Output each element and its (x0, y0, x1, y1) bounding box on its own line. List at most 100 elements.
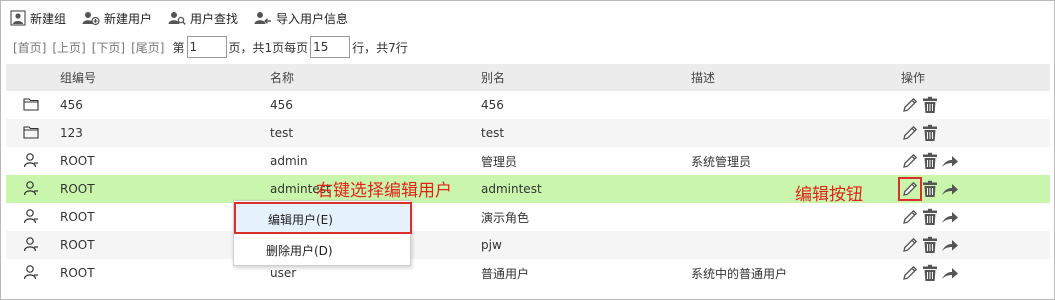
total-rows-text: 行，共7行 (352, 40, 408, 55)
folder-icon (23, 97, 39, 111)
table-row[interactable]: ROOT 演示角色 (6, 203, 1050, 231)
group-id-header[interactable]: 组编号 (56, 64, 266, 91)
alias-header[interactable]: 别名 (477, 64, 687, 91)
alias-cell: pjw (477, 231, 687, 259)
alias-cell: 管理员 (481, 154, 518, 169)
prev-page-link[interactable]: [上页] (52, 39, 85, 56)
group-id-cell: 456 (60, 98, 83, 112)
name-header[interactable]: 名称 (266, 64, 477, 91)
edit-icon[interactable] (901, 96, 919, 114)
alias-cell: 普通用户 (481, 266, 530, 281)
group-id-cell: ROOT (60, 154, 95, 168)
next-page-link[interactable]: [下页] (92, 39, 125, 56)
row-type-cell (6, 91, 56, 119)
edit-icon[interactable] (901, 236, 919, 254)
search-user-label: 用户查找 (190, 11, 239, 26)
move-icon[interactable] (941, 153, 959, 169)
user-table: 组编号 名称 别名 描述 操作 456 456 456 123 test tes… (6, 64, 1050, 287)
edit-button-annotation: 编辑按钮 (795, 185, 863, 205)
delete-icon[interactable] (922, 96, 938, 114)
table-row[interactable]: 456 456 456 (6, 91, 1050, 119)
edit-icon[interactable] (901, 264, 919, 282)
table-row[interactable]: ROOT admin 管理员 系统管理员 (6, 147, 1050, 175)
per-page-input[interactable] (310, 36, 351, 58)
delete-icon[interactable] (922, 208, 938, 226)
description-cell (687, 119, 897, 147)
first-page-link[interactable]: [首页] (13, 39, 46, 56)
description-cell (687, 231, 897, 259)
new-user-button[interactable]: 新建用户 (82, 10, 152, 27)
table-row[interactable]: 123 test test (6, 119, 1050, 147)
folder-icon (23, 125, 39, 139)
last-page-link[interactable]: [尾页] (131, 39, 164, 56)
delete-icon[interactable] (922, 152, 938, 170)
actions-cell (897, 175, 1050, 203)
edit-icon[interactable] (901, 152, 919, 170)
delete-icon[interactable] (922, 264, 938, 282)
group-id-cell: 123 (56, 119, 266, 147)
actions-cell (897, 203, 1050, 231)
user-icon (23, 208, 38, 223)
user-icon (23, 152, 38, 167)
description-cell (687, 91, 897, 119)
toolbar: 新建组 新建用户 用户查找 导入用户信息 (10, 8, 364, 28)
row-type-cell (6, 147, 56, 175)
name-cell: test (266, 119, 477, 147)
delete-icon[interactable] (922, 236, 938, 254)
alias-cell: 456 (481, 98, 504, 112)
search-user-button[interactable]: 用户查找 (168, 10, 238, 27)
import-user-icon (254, 12, 272, 24)
table-header-row: 组编号 名称 别名 描述 操作 (6, 64, 1050, 91)
actions-cell (897, 231, 1050, 259)
row-type-cell (6, 119, 56, 147)
description-header[interactable]: 描述 (687, 64, 897, 91)
table-row[interactable]: ROOT pjw (6, 231, 1050, 259)
table-row[interactable]: ROOT user 普通用户 系统中的普通用户 (6, 259, 1050, 287)
table-row-selected[interactable]: ROOT admintest admintest (6, 175, 1050, 203)
actions-cell (897, 259, 1050, 287)
user-icon (23, 180, 38, 195)
alias-cell: admintest (477, 175, 687, 203)
row-type-cell (6, 231, 56, 259)
edit-icon[interactable] (898, 177, 922, 201)
context-menu-edit-user[interactable]: 编辑用户(E) (234, 202, 412, 234)
delete-icon[interactable] (922, 124, 938, 142)
new-group-button[interactable]: 新建组 (10, 10, 66, 27)
import-user-label: 导入用户信息 (276, 11, 349, 26)
move-icon[interactable] (941, 237, 959, 253)
context-menu-delete-user[interactable]: 删除用户(D) (234, 235, 412, 267)
icon-column-header (6, 64, 56, 91)
edit-icon[interactable] (901, 208, 919, 226)
edit-icon[interactable] (901, 124, 919, 142)
description-cell: 系统中的普通用户 (691, 266, 788, 281)
name-cell: admin (270, 154, 308, 168)
move-icon[interactable] (941, 181, 959, 197)
alias-cell: test (477, 119, 687, 147)
user-icon (23, 236, 38, 251)
pagination-bar: [首页] [上页] [下页] [尾页] 第 页，共1页每页 行，共7行 (13, 36, 410, 58)
import-user-button[interactable]: 导入用户信息 (254, 10, 348, 27)
page-prefix-text: 第 (172, 40, 185, 55)
alias-cell: 演示角色 (481, 210, 530, 225)
new-user-label: 新建用户 (104, 11, 153, 26)
row-type-cell (6, 203, 56, 231)
name-cell: 456 (270, 98, 293, 112)
delete-icon[interactable] (922, 180, 938, 198)
user-search-icon (168, 12, 186, 25)
right-click-annotation: 右键选择编辑用户 (316, 181, 452, 201)
page-number-input[interactable] (186, 36, 227, 58)
add-user-icon (82, 12, 100, 26)
row-type-cell (6, 175, 56, 203)
actions-cell (897, 91, 1050, 119)
description-cell: 系统管理员 (691, 154, 752, 169)
description-cell (687, 175, 897, 203)
user-icon (23, 264, 38, 279)
context-menu: 编辑用户(E) 删除用户(D) (233, 200, 412, 267)
page-suffix-text: 页，共1页每页 (228, 40, 309, 55)
actions-header: 操作 (897, 64, 1050, 91)
group-icon (10, 10, 26, 26)
move-icon[interactable] (941, 265, 959, 281)
description-cell (687, 203, 897, 231)
actions-cell (897, 147, 1050, 175)
move-icon[interactable] (941, 209, 959, 225)
